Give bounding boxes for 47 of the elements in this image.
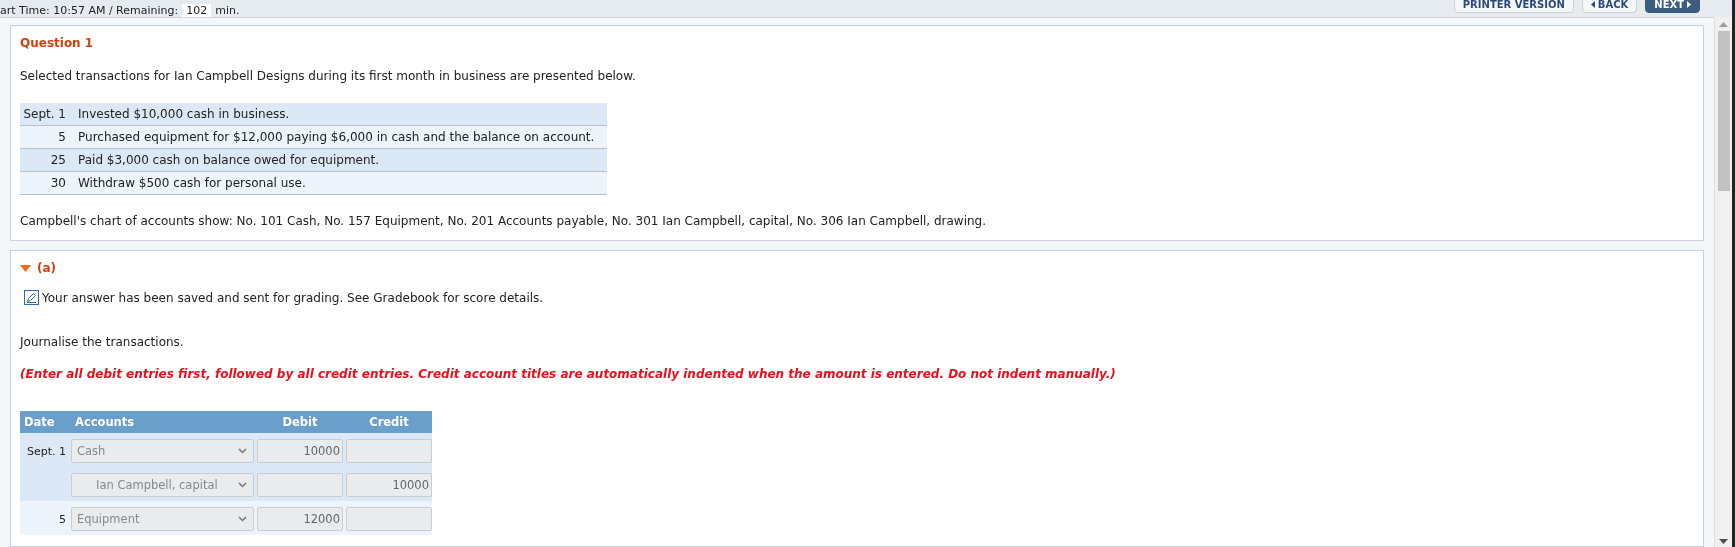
printer-version-button[interactable]: PRINTER VERSION [1453,0,1574,13]
caret-left-icon [1590,1,1595,8]
chevron-down-icon [238,482,247,488]
transaction-date: 5 [57,130,67,144]
timer-text: art Time: 10:57 AM / Remaining: [0,4,179,17]
column-header: Credit [368,415,410,429]
account-select[interactable]: Ian Campbell, capital [71,473,254,497]
debit-field[interactable]: 10000 [257,439,343,463]
transaction-text: Withdraw $500 cash for personal use. [78,176,306,190]
scroll-down-icon[interactable] [1719,539,1728,544]
next-button[interactable]: NEXT [1645,0,1700,13]
edit-icon [24,290,39,305]
credit-field[interactable] [346,439,432,463]
transaction-text: Invested $10,000 cash in business. [78,107,290,121]
credit-field[interactable]: 10000 [346,473,432,497]
back-button[interactable]: BACK [1581,0,1638,13]
transaction-date: 30 [49,176,67,190]
column-header: Accounts [74,415,136,429]
caret-right-icon [1687,1,1691,8]
transaction-date: 25 [49,153,67,167]
status-message: Your answer has been saved and sent for grading. See Gradebook for score details. [42,290,544,305]
transaction-text: Purchased equipment for $12,000 paying $6,000 in cash and the balance on account. [78,130,595,144]
debit-field[interactable] [257,473,343,497]
transaction-date: Sept. 1 [22,107,67,121]
chevron-down-icon [238,516,247,522]
question-intro: Selected transactions for Ian Campbell Designs during its first month in business are presented below. [20,69,637,83]
account-select[interactable]: Equipment [71,507,254,531]
minutes-unit: min. [215,4,240,17]
debit-field[interactable]: 12000 [257,507,343,531]
instruction-text: Journalise the transactions. [20,335,185,349]
entry-date: 5 [58,512,67,526]
column-header: Debit [281,415,319,429]
instruction-note: (Enter all debit entries first, followed by all credit entries. Credit account titles are automatically indented when the amount is entered. Do not indent manually.) [20,367,1117,381]
column-header: Date [23,415,56,429]
scrollbar[interactable] [1714,17,1732,547]
scroll-up-icon[interactable] [1719,22,1728,27]
chevron-down-icon [238,448,247,454]
transaction-text: Paid $3,000 cash on balance owed for equipment. [78,153,380,167]
question-title: Question 1 [20,36,95,50]
entry-date: Sept. 1 [25,444,67,458]
caret-icon[interactable] [20,264,31,272]
credit-field[interactable] [346,507,432,531]
part-label[interactable]: (a) [37,261,57,275]
scroll-thumb[interactable] [1717,31,1730,191]
remaining-minutes: 102 [182,4,212,17]
accounts-note: Campbell's chart of accounts show: No. 101 Cash, No. 157 Equipment, No. 201 Accounts payable, No. 301 Ian Campbell, capital, No. 306 Ian Campbell, drawing. [20,214,988,228]
account-select[interactable]: Cash [71,439,254,463]
